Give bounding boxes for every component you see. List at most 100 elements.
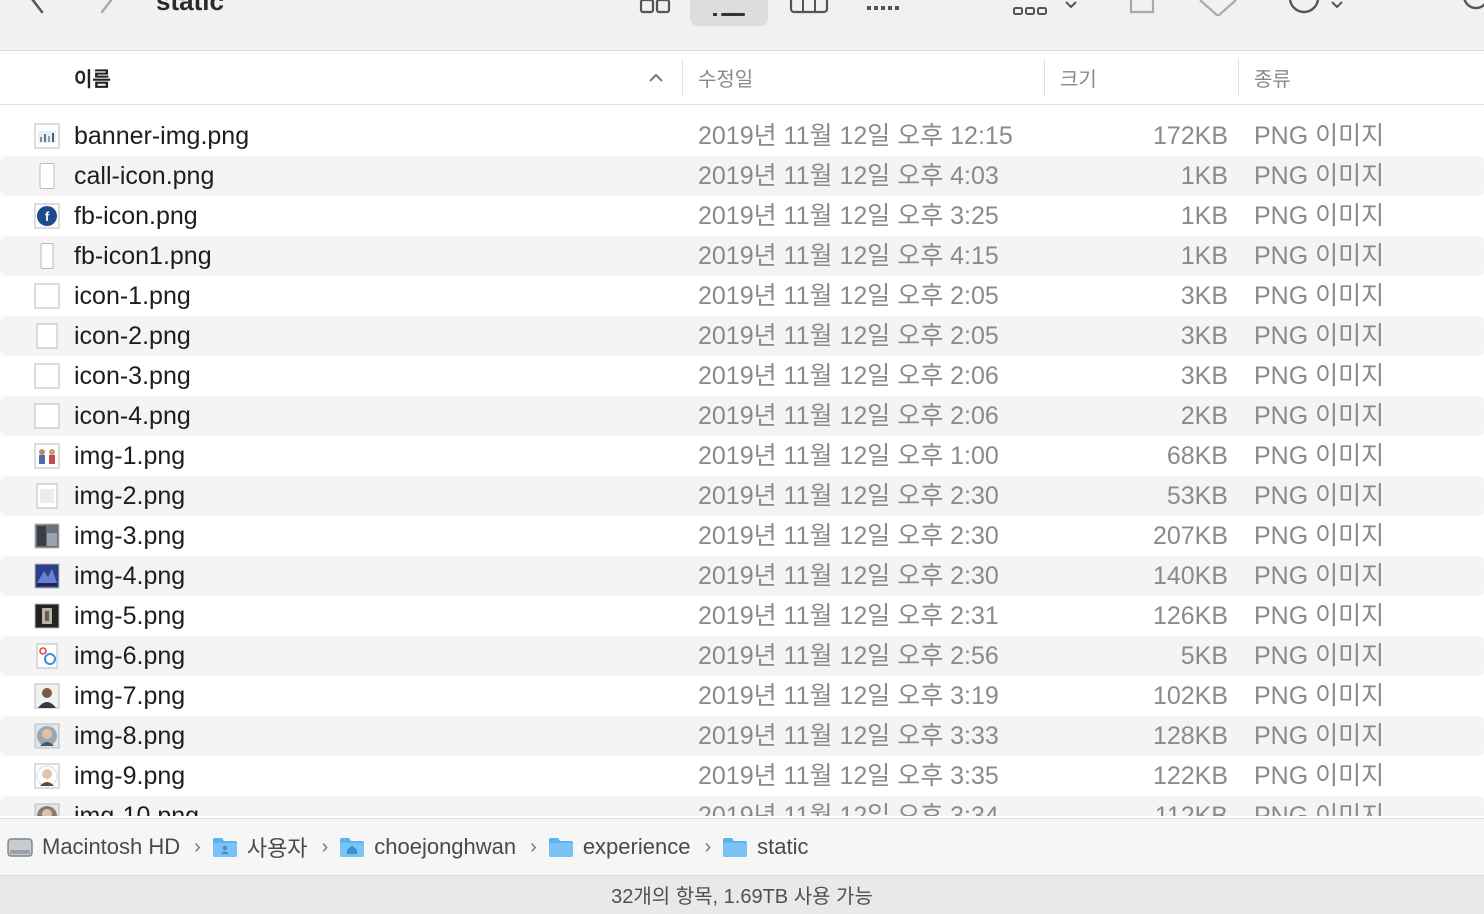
file-size: 1KB	[1180, 162, 1228, 190]
banner-thumbnail-icon	[34, 123, 60, 149]
file-row[interactable]: icon-1.png 2019년 11월 12일 오후 2:05 3KB PNG…	[0, 276, 1484, 316]
file-size: 126KB	[1152, 602, 1228, 630]
file-row[interactable]: img-4.png 2019년 11월 12일 오후 2:30 140KB PN…	[0, 556, 1484, 596]
file-date: 2019년 11월 12일 오후 3:33	[698, 722, 999, 750]
path-label: choejonghwan	[374, 834, 517, 859]
file-row[interactable]: img-9.png 2019년 11월 12일 오후 3:35 122KB PN…	[0, 756, 1484, 796]
file-kind: PNG 이미지	[1254, 602, 1385, 630]
file-size: 112KB	[1154, 802, 1228, 816]
gallery-view-icon[interactable]	[860, 0, 906, 16]
file-row[interactable]: img-10.png 2019년 11월 12일 오후 3:34 112KB P…	[0, 796, 1484, 816]
file-row[interactable]: icon-4.png 2019년 11월 12일 오후 2:06 2KB PNG…	[0, 396, 1484, 436]
file-name: fb-icon.png	[74, 202, 198, 230]
file-size: 68KB	[1166, 442, 1228, 470]
path-item-static[interactable]: static	[721, 834, 808, 860]
path-label: Macintosh HD	[42, 834, 181, 859]
action-menu-icon[interactable]	[1284, 0, 1354, 16]
list-view-icon[interactable]	[690, 0, 768, 26]
tag-icon[interactable]	[1196, 0, 1240, 16]
column-divider[interactable]	[682, 59, 683, 96]
file-size: 5KB	[1180, 642, 1228, 670]
portrait-thumbnail-icon	[34, 803, 60, 816]
column-kind-header[interactable]: 종류	[1254, 51, 1291, 104]
file-row[interactable]: icon-3.png 2019년 11월 12일 오후 2:06 3KB PNG…	[0, 356, 1484, 396]
file-date: 2019년 11월 12일 오후 2:06	[698, 402, 999, 430]
file-kind: PNG 이미지	[1254, 402, 1385, 430]
file-kind: PNG 이미지	[1254, 162, 1385, 190]
column-view-icon[interactable]	[786, 0, 832, 16]
chevron-right-icon: ›	[321, 835, 329, 858]
toolbar: static	[0, 0, 1484, 51]
file-kind: PNG 이미지	[1254, 362, 1385, 390]
circles-thumbnail-icon	[36, 643, 58, 669]
file-name: img-6.png	[74, 642, 186, 670]
portrait-thumbnail-icon	[34, 723, 60, 749]
file-name: icon-1.png	[74, 282, 191, 310]
path-label: 사용자	[246, 836, 308, 861]
group-by-icon[interactable]	[1010, 0, 1080, 16]
column-divider[interactable]	[1044, 59, 1045, 96]
hard-drive-icon	[7, 838, 33, 857]
column-size-header[interactable]: 크기	[1060, 51, 1097, 104]
chevron-right-icon[interactable]	[92, 0, 122, 16]
file-name: img-1.png	[74, 442, 186, 470]
column-name-header[interactable]: 이름	[74, 51, 111, 104]
icon-view-icon[interactable]	[632, 0, 678, 16]
file-kind: PNG 이미지	[1254, 122, 1385, 150]
home-folder-icon	[340, 838, 365, 857]
file-row[interactable]: banner-img.png 2019년 11월 12일 오후 12:15 17…	[0, 116, 1484, 156]
blank-thumbnail-icon	[40, 243, 54, 269]
portrait-thumbnail-icon	[34, 763, 60, 789]
file-kind: PNG 이미지	[1254, 242, 1385, 270]
file-kind: PNG 이미지	[1254, 322, 1385, 350]
file-row[interactable]: img-1.png 2019년 11월 12일 오후 1:00 68KB PNG…	[0, 436, 1484, 476]
file-size: 122KB	[1152, 762, 1228, 790]
column-divider[interactable]	[1238, 59, 1239, 96]
file-size: 140KB	[1152, 562, 1228, 590]
chevron-left-icon[interactable]	[22, 0, 52, 16]
path-item-home[interactable]: choejonghwan	[338, 834, 516, 860]
file-date: 2019년 11월 12일 오후 3:35	[698, 762, 999, 790]
file-row[interactable]: img-2.png 2019년 11월 12일 오후 2:30 53KB PNG…	[0, 476, 1484, 516]
sort-ascending-icon[interactable]	[646, 51, 666, 104]
file-row[interactable]: call-icon.png 2019년 11월 12일 오후 4:03 1KB …	[0, 156, 1484, 196]
window-title: static	[156, 0, 224, 16]
file-name: call-icon.png	[74, 162, 215, 190]
file-date: 2019년 11월 12일 오후 2:31	[698, 602, 999, 630]
file-row[interactable]: img-7.png 2019년 11월 12일 오후 3:19 102KB PN…	[0, 676, 1484, 716]
file-size: 1KB	[1180, 242, 1228, 270]
file-date: 2019년 11월 12일 오후 3:25	[698, 202, 999, 230]
path-item-macintosh-hd[interactable]: Macintosh HD	[6, 834, 180, 860]
file-size: 207KB	[1152, 522, 1228, 550]
path-item-users[interactable]: 사용자	[211, 831, 308, 863]
file-row[interactable]: img-8.png 2019년 11월 12일 오후 3:33 128KB PN…	[0, 716, 1484, 756]
file-name: img-10.png	[74, 802, 200, 816]
file-row[interactable]: fb-icon1.png 2019년 11월 12일 오후 4:15 1KB P…	[0, 236, 1484, 276]
chevron-right-icon: ›	[704, 835, 712, 858]
file-date: 2019년 11월 12일 오후 2:56	[698, 642, 999, 670]
path-label: experience	[582, 834, 691, 859]
path-item-experience[interactable]: experience	[547, 834, 691, 860]
path-label: static	[757, 834, 809, 859]
file-row[interactable]: img-3.png 2019년 11월 12일 오후 2:30 207KB PN…	[0, 516, 1484, 556]
file-name: img-5.png	[74, 602, 186, 630]
file-kind: PNG 이미지	[1254, 562, 1385, 590]
search-icon[interactable]	[1450, 0, 1484, 16]
chevron-right-icon: ›	[530, 835, 537, 858]
file-row[interactable]: img-6.png 2019년 11월 12일 오후 2:56 5KB PNG …	[0, 636, 1484, 676]
column-header: 이름 수정일 크기 종류	[0, 51, 1484, 105]
file-date: 2019년 11월 12일 오후 4:15	[698, 242, 999, 270]
file-row[interactable]: icon-2.png 2019년 11월 12일 오후 2:05 3KB PNG…	[0, 316, 1484, 356]
file-date: 2019년 11월 12일 오후 2:30	[698, 482, 999, 510]
file-row[interactable]: img-5.png 2019년 11월 12일 오후 2:31 126KB PN…	[0, 596, 1484, 636]
share-icon[interactable]	[1122, 0, 1162, 16]
people-thumbnail-icon	[34, 443, 60, 469]
column-date-header[interactable]: 수정일	[698, 51, 753, 104]
file-kind: PNG 이미지	[1254, 482, 1385, 510]
file-size: 2KB	[1180, 402, 1228, 430]
file-row[interactable]: f fb-icon.png 2019년 11월 12일 오후 3:25 1KB …	[0, 196, 1484, 236]
blank-thumbnail-icon	[34, 283, 60, 309]
file-date: 2019년 11월 12일 오후 2:06	[698, 362, 999, 390]
facebook-thumbnail-icon: f	[34, 203, 60, 229]
file-kind: PNG 이미지	[1254, 682, 1385, 710]
